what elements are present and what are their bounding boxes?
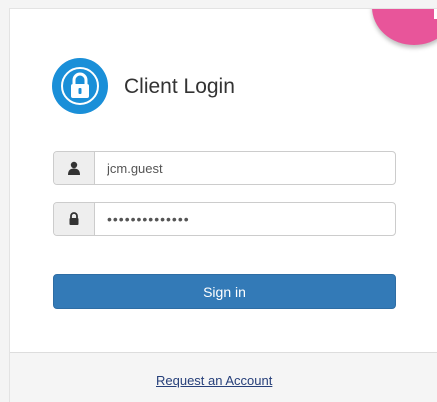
footer: Request an Account	[10, 352, 437, 402]
lock-icon	[54, 203, 95, 235]
username-input[interactable]	[95, 152, 395, 184]
user-icon	[54, 152, 95, 184]
login-header: Client Login	[52, 58, 235, 114]
page-title: Client Login	[124, 74, 235, 98]
sign-in-button[interactable]: Sign in	[53, 274, 396, 309]
request-account-link[interactable]: Request an Account	[156, 373, 272, 388]
login-card: Client Login Sign in Request an Account	[9, 8, 437, 402]
password-field-group	[53, 202, 396, 236]
corner-badge	[372, 9, 437, 45]
password-input[interactable]	[95, 203, 395, 235]
username-field-group	[53, 151, 396, 185]
lock-icon	[52, 58, 108, 114]
